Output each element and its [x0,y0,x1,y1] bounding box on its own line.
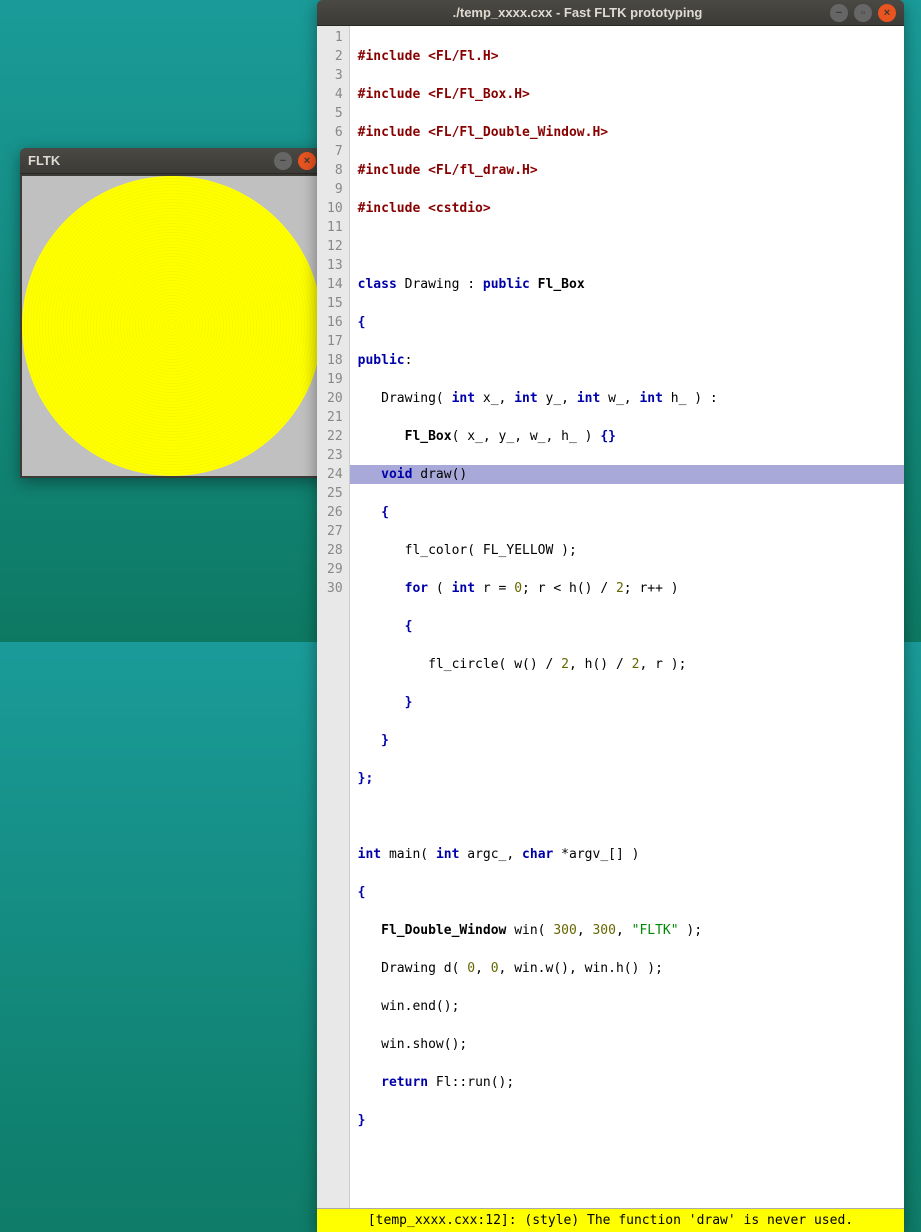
minimize-icon[interactable]: − [274,152,292,170]
line-number-gutter: 1 2 3 4 5 6 7 8 9 10 11 12 13 14 15 16 1… [317,26,350,1208]
fltk-canvas [22,176,322,476]
editor-titlebar[interactable]: ./temp_xxxx.cxx - Fast FLTK prototyping … [317,0,904,26]
editor-window: ./temp_xxxx.cxx - Fast FLTK prototyping … [317,0,904,1232]
fltk-title: FLTK [28,153,274,168]
editor-window-controls: − ▫ × [830,4,896,22]
status-bar: [temp_xxxx.cxx:12]: (style) The function… [317,1208,904,1232]
yellow-circle-drawing [22,176,322,476]
minimize-icon[interactable]: − [830,4,848,22]
highlighted-line: void draw() [350,465,904,484]
editor-body: 1 2 3 4 5 6 7 8 9 10 11 12 13 14 15 16 1… [317,26,904,1208]
code-area[interactable]: #include <FL/Fl.H> #include <FL/Fl_Box.H… [350,26,904,1208]
close-icon[interactable]: × [298,152,316,170]
maximize-icon[interactable]: ▫ [854,4,872,22]
fltk-titlebar[interactable]: FLTK − × [20,148,324,174]
editor-title: ./temp_xxxx.cxx - Fast FLTK prototyping [325,5,830,20]
close-icon[interactable]: × [878,4,896,22]
fltk-app-window: FLTK − × [20,148,324,478]
fltk-window-controls: − × [274,152,316,170]
